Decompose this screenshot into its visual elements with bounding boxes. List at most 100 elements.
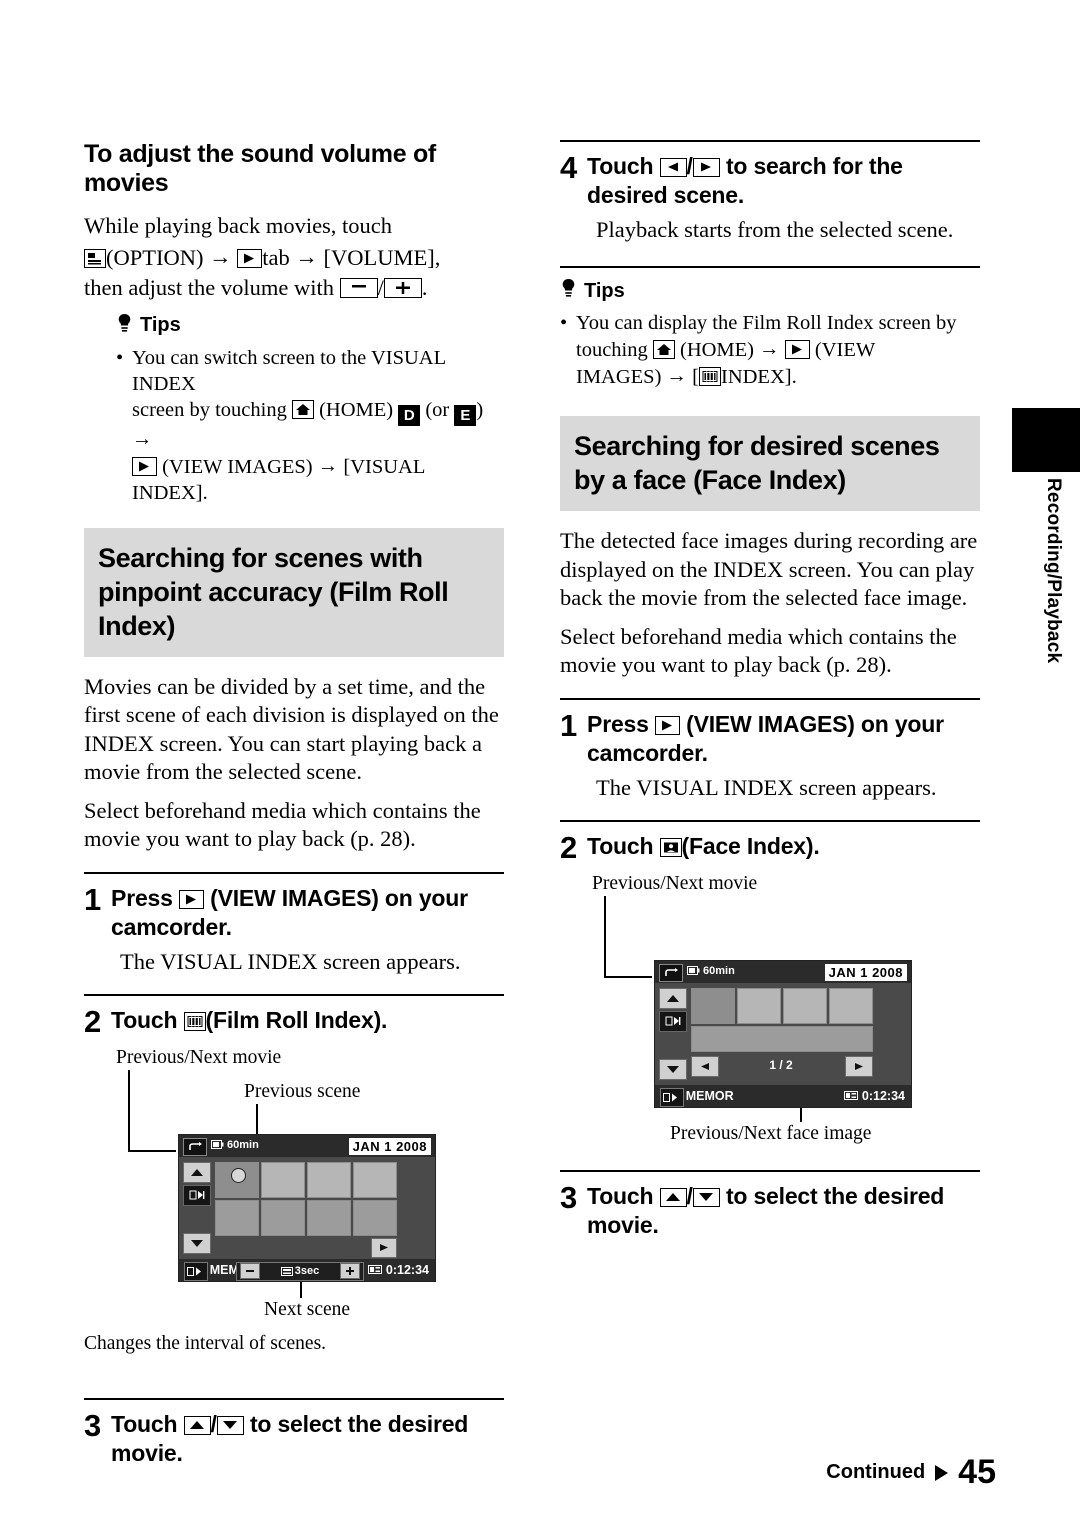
- fi-callout-prev-next-movie: Previous/Next movie: [592, 872, 758, 894]
- battery-indicator: 60min: [211, 1139, 259, 1151]
- bulb-icon-2: [560, 278, 577, 304]
- thumbnail[interactable]: [307, 1161, 351, 1198]
- next-face-button[interactable]: [845, 1055, 873, 1077]
- lcd-date: JAN 1 2008: [348, 1137, 431, 1155]
- interval-value: 3sec: [280, 1265, 319, 1277]
- tip1-line2: screen by touching: [132, 398, 287, 421]
- left-arrow-icon: [659, 158, 687, 177]
- tips-list-left: You can switch screen to the VISUAL INDE…: [116, 345, 504, 506]
- interval-plus-button[interactable]: [339, 1263, 360, 1279]
- playback-mode-icon-2[interactable]: [660, 1087, 684, 1107]
- return-icon[interactable]: [183, 1137, 207, 1156]
- step4-body: Playback starts from the selected scene.: [596, 217, 954, 242]
- playback-mode-icon[interactable]: [184, 1261, 208, 1281]
- tips-heading-right: Tips: [560, 278, 980, 304]
- view-images-button-icon-2: [654, 715, 680, 735]
- fi-leader-2: [800, 1107, 802, 1122]
- battery-time: 60min: [227, 1138, 259, 1151]
- rtip1-index: INDEX].: [721, 366, 797, 388]
- faceindex-step-2: 2 Touch (Face Index).: [560, 829, 980, 865]
- next-scene-button[interactable]: [371, 1237, 397, 1258]
- bulb-icon: [116, 313, 133, 339]
- rtip1-view: (VIEW: [814, 339, 876, 361]
- tips-label-right: Tips: [584, 279, 625, 302]
- filmroll-step-3: 3 Touch / to select the desired movie.: [84, 1410, 504, 1468]
- tip1-line1: You can switch screen to the VISUAL INDE…: [132, 346, 446, 395]
- lcd-timecode-2: 0:12:34: [843, 1089, 905, 1103]
- arrow-icon-4: →: [317, 454, 339, 477]
- fi-step3-touch: Touch: [587, 1182, 654, 1209]
- interval-minus-button[interactable]: [240, 1263, 260, 1279]
- fi-step-text-3: Touch / to select the desired movie.: [587, 1182, 945, 1238]
- volume-line-1: While playing back movies, touch: [84, 213, 393, 238]
- step-number-4: 4: [560, 150, 578, 185]
- faceindex-heading: Searching for desired scenes by a face (…: [560, 416, 980, 511]
- left-column: To adjust the sound volume of movies Whi…: [84, 140, 504, 1468]
- fi-step1-press: Press: [587, 710, 649, 737]
- thumbnail[interactable]: [307, 1199, 351, 1236]
- divider-r4: [560, 1169, 980, 1172]
- volume-line-2: (OPTION) → tab → [VOLUME],: [84, 243, 504, 273]
- rtip1-line1: You can display the Film Roll Index scre…: [576, 312, 957, 334]
- filmroll-step-2: 2 Touch (Film Roll Index).: [84, 1003, 504, 1039]
- step-4: 4 Touch / to search for the desired scen…: [560, 152, 980, 210]
- thumbnail[interactable]: [737, 987, 781, 1024]
- thumbnail[interactable]: [829, 987, 873, 1024]
- divider-r0: [560, 140, 980, 142]
- thumbnail-selected-2[interactable]: [691, 987, 735, 1024]
- filmroll-intro: Movies can be divided by a set time, and…: [84, 673, 499, 785]
- return-icon-2[interactable]: [659, 963, 683, 982]
- callout-prev-scene: Previous scene: [244, 1080, 361, 1102]
- thumbnail[interactable]: [215, 1199, 259, 1236]
- filmroll-heading: Searching for scenes with pinpoint accur…: [84, 527, 504, 657]
- thumbnail[interactable]: [353, 1161, 397, 1198]
- scroll-up-button-2[interactable]: [659, 987, 687, 1009]
- index-switch-button-2[interactable]: [659, 1010, 687, 1032]
- tips-label-left: Tips: [140, 314, 181, 336]
- thumbnail[interactable]: [353, 1199, 397, 1236]
- scroll-up-button[interactable]: [183, 1161, 211, 1183]
- tips-list-right: You can display the Film Roll Index scre…: [560, 310, 980, 390]
- divider-3: [84, 1397, 504, 1400]
- manual-page: To adjust the sound volume of movies Whi…: [0, 0, 1080, 1534]
- rtip1-images: IMAGES): [576, 366, 662, 388]
- thumbnail[interactable]: [261, 1161, 305, 1198]
- thumbnail[interactable]: [261, 1199, 305, 1236]
- side-tab-marker: [1012, 408, 1080, 472]
- volume-option-label: (OPTION): [106, 244, 204, 270]
- faceindex-intro: The detected face images during recordin…: [560, 528, 978, 610]
- fi-step-number-2: 2: [560, 829, 578, 865]
- arrow-icon-3: →: [132, 427, 153, 450]
- previous-scene-marker[interactable]: [231, 1167, 246, 1183]
- view-images-icon: [132, 456, 157, 476]
- thumbnail[interactable]: [783, 987, 827, 1024]
- tip1-or: (or: [425, 398, 450, 421]
- volume-bracket-label: [VOLUME],: [323, 244, 441, 270]
- index-switch-button[interactable]: [183, 1184, 211, 1206]
- tip1-viewimages: (VIEW IMAGES): [162, 455, 313, 478]
- step-text: Press (VIEW IMAGES) on your camcorder.: [111, 884, 504, 942]
- fi-step2-label: (Face Index).: [681, 832, 820, 859]
- fi-step-number: 1: [560, 707, 578, 743]
- battery-indicator-2: 60min: [687, 965, 735, 977]
- scroll-down-button-2[interactable]: [659, 1058, 687, 1080]
- volume-line3-end: .: [421, 275, 428, 300]
- scroll-down-button[interactable]: [183, 1232, 211, 1254]
- continued-arrow-icon: [935, 1464, 949, 1481]
- step-number: 1: [84, 881, 102, 917]
- step-number-2: 2: [84, 1003, 102, 1039]
- face-strip[interactable]: [691, 1025, 873, 1052]
- volume-tab-label: tab: [262, 244, 290, 270]
- volume-section-title: To adjust the sound volume of movies: [84, 140, 436, 197]
- plus-button-icon: [383, 278, 422, 298]
- page-counter: 1 / 2: [769, 1058, 793, 1072]
- page-number: 45: [958, 1453, 996, 1491]
- step4-text: Touch / to search for the desired scene.: [587, 153, 903, 208]
- previous-face-button[interactable]: [691, 1055, 719, 1077]
- interval-control[interactable]: 3sec: [236, 1261, 364, 1281]
- home-icon-2: [652, 340, 675, 359]
- view-images-button-icon: [178, 889, 204, 909]
- filmroll-illustration: Previous/Next movie Previous scene 60min…: [84, 1046, 504, 1354]
- view-images-icon-2: [784, 340, 810, 359]
- up-arrow-icon: [183, 1415, 211, 1435]
